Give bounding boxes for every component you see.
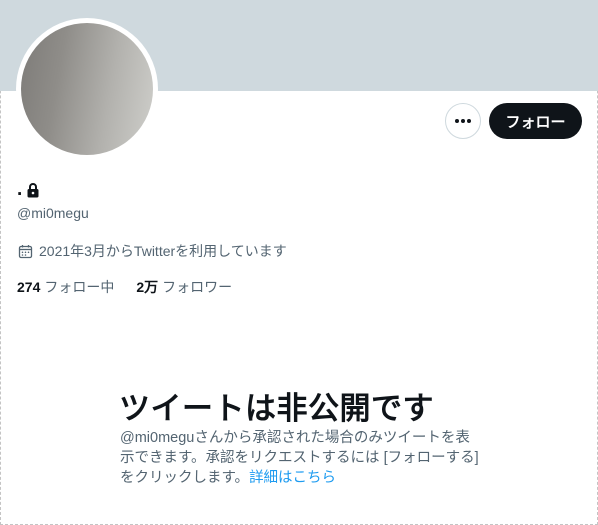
private-tweets-description: @mi0meguさんから承認された場合のみツイートを表示できます。承認をリクエス… [120,428,480,488]
followers-label: フォロワー [162,279,233,295]
avatar[interactable] [21,23,153,155]
private-tweets-title: ツイートは非公開です [119,391,434,426]
followers-link[interactable]: 2万 フォロワー [136,277,232,297]
display-name-row: . [17,180,40,200]
ellipsis-icon [455,119,471,123]
following-label: フォロー中 [44,279,115,295]
joined-text: 2021年3月からTwitterを利用しています [39,243,287,259]
joined-date: 2021年3月からTwitterを利用しています [18,241,287,261]
calendar-icon [18,244,33,258]
follow-button[interactable]: フォロー [489,103,582,139]
display-name: . [17,179,23,200]
handle: @mi0megu [17,205,89,221]
more-options-button[interactable] [445,103,481,139]
follow-stats: 274 フォロー中 2万 フォロワー [17,277,232,297]
followers-count: 2万 [136,279,159,295]
follow-button-label: フォロー [505,113,566,131]
lock-icon [27,183,39,198]
following-link[interactable]: 274 フォロー中 [17,277,114,297]
learn-more-link[interactable]: 詳細はこちら [249,470,336,486]
following-count: 274 [17,279,41,295]
